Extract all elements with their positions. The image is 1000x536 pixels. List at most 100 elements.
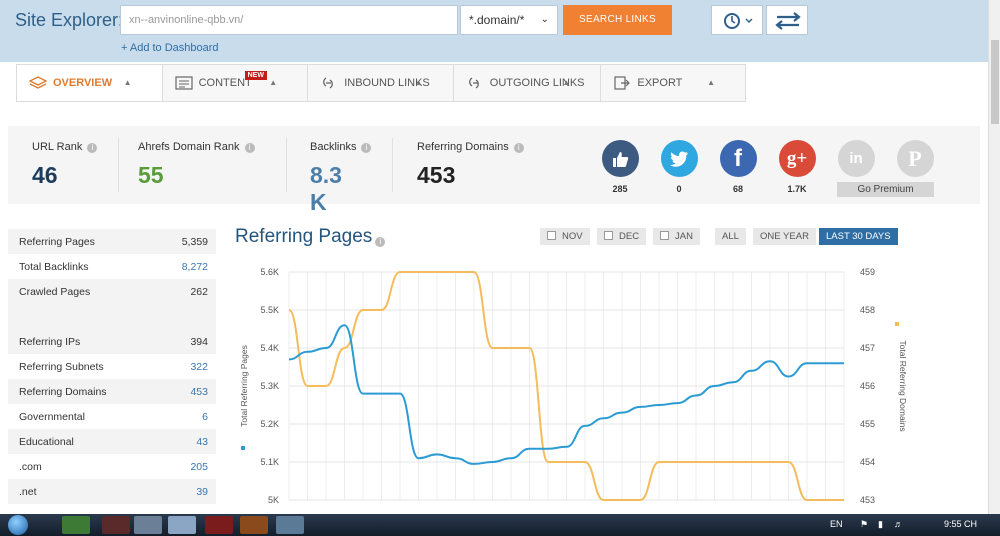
period-label: DEC bbox=[619, 231, 640, 242]
search-links-button[interactable]: SEARCH LINKS bbox=[563, 5, 672, 35]
social-count: 68 bbox=[732, 184, 743, 194]
go-premium-button[interactable]: Go Premium bbox=[837, 182, 934, 197]
metrics-row: Referring Domains 453 bbox=[8, 379, 216, 404]
taskbar-app-icon[interactable] bbox=[102, 516, 130, 534]
metric-value[interactable]: 205 bbox=[190, 461, 208, 473]
clock[interactable]: 9:55 CH bbox=[944, 519, 977, 529]
pinterest-icon: P bbox=[896, 140, 934, 177]
info-icon[interactable]: i bbox=[513, 143, 524, 153]
y-right-axis-title: Total Referring Domains bbox=[898, 340, 908, 431]
add-to-dashboard-link[interactable]: + Add to Dashboard bbox=[121, 42, 219, 54]
tray-network-icon[interactable]: ▮ bbox=[878, 519, 883, 530]
social-count: 1.7K bbox=[787, 184, 807, 194]
period-dec-checkbox[interactable]: DEC bbox=[597, 228, 647, 245]
tab-content[interactable]: CONTENT NEW ▲ bbox=[163, 65, 309, 101]
language-indicator[interactable]: EN bbox=[830, 519, 843, 529]
metric-label: Governmental bbox=[19, 410, 85, 423]
stat-value: 55 bbox=[138, 162, 164, 188]
y-left-tick-label: 5.6K bbox=[260, 267, 279, 277]
metrics-table: Referring Pages 5,359 Total Backlinks 8,272… bbox=[8, 229, 216, 504]
legend-swatch-pages bbox=[241, 446, 245, 450]
caret-up-icon: ▲ bbox=[707, 78, 715, 87]
taskbar-app-icon[interactable] bbox=[276, 516, 304, 534]
divider bbox=[286, 138, 287, 192]
metrics-row: Governmental 6 bbox=[8, 404, 216, 429]
metric-value[interactable]: 39 bbox=[196, 486, 208, 498]
content-icon bbox=[174, 76, 193, 90]
social-count: 285 bbox=[612, 184, 628, 194]
metrics-row: Referring Subnets 322 bbox=[8, 354, 216, 379]
taskbar-firefox-icon[interactable] bbox=[240, 516, 268, 534]
inbound-links-icon bbox=[323, 77, 334, 89]
windows-taskbar: EN ⚑ ▮ ♬ 9:55 CH bbox=[0, 514, 1000, 536]
stat-label: Referring Domains i bbox=[417, 141, 524, 153]
period-all-button[interactable]: ALL bbox=[715, 228, 746, 245]
metric-value[interactable]: 6 bbox=[202, 411, 208, 423]
period-last-30-days-button[interactable]: LAST 30 DAYS bbox=[819, 228, 898, 245]
outgoing-links-icon bbox=[468, 77, 479, 89]
social-facebook-likes[interactable]: 285 bbox=[600, 140, 640, 194]
tray-volume-icon[interactable]: ♬ bbox=[894, 519, 903, 529]
info-icon[interactable]: i bbox=[244, 143, 255, 153]
export-icon bbox=[614, 76, 631, 90]
start-button[interactable] bbox=[8, 515, 28, 535]
mode-select[interactable]: *.domain/* ⌄ bbox=[460, 5, 558, 35]
metric-value[interactable]: 322 bbox=[190, 361, 208, 373]
stat-label: URL Rank i bbox=[32, 141, 98, 153]
y-right-tick-label: 458 bbox=[860, 305, 875, 315]
url-input[interactable]: xn--anvinonline-qbb.vn/ bbox=[120, 5, 458, 35]
metric-value: 262 bbox=[190, 285, 208, 298]
info-icon[interactable]: i bbox=[375, 237, 386, 247]
y-left-tick-label: 5.2K bbox=[260, 419, 279, 429]
social-pinterest[interactable]: P bbox=[895, 140, 935, 177]
period-label: NOV bbox=[562, 231, 583, 242]
metric-label: Referring Subnets bbox=[19, 360, 104, 373]
caret-up-icon: ▲ bbox=[562, 78, 571, 87]
period-one-year-button[interactable]: ONE YEAR bbox=[753, 228, 816, 245]
stat-label: Ahrefs Domain Rank i bbox=[138, 141, 255, 153]
checkbox-icon bbox=[660, 231, 669, 240]
referring-pages-chart: 5K 453 5.1K 454 5.2K 455 5.3K 456 5.4K 457 5.5K 458… bbox=[239, 267, 908, 505]
compare-button[interactable] bbox=[766, 5, 808, 35]
mode-select-value: *.domain/* bbox=[469, 13, 525, 27]
taskbar-app-icon[interactable] bbox=[62, 516, 90, 534]
tray-flag-icon[interactable]: ⚑ bbox=[860, 519, 868, 530]
tab-inbound-links[interactable]: INBOUND LINKS ▲ bbox=[308, 65, 454, 101]
taskbar-chrome-icon[interactable] bbox=[168, 516, 196, 534]
tab-overview[interactable]: OVERVIEW ▲ bbox=[17, 65, 163, 101]
tab-outgoing-links[interactable]: OUTGOING LINKS ▲ bbox=[454, 65, 602, 101]
history-button[interactable] bbox=[711, 5, 763, 35]
metric-value[interactable]: 43 bbox=[196, 436, 208, 448]
swap-arrows-icon bbox=[775, 12, 801, 30]
y-right-tick-label: 455 bbox=[860, 419, 875, 429]
like-icon bbox=[601, 140, 639, 177]
metric-label: .com bbox=[19, 460, 42, 473]
metric-value[interactable]: 8,272 bbox=[182, 261, 208, 273]
taskbar-folder-icon[interactable] bbox=[134, 516, 162, 534]
checkbox-icon bbox=[604, 231, 613, 240]
page-scrollbar[interactable] bbox=[988, 0, 1000, 514]
social-twitter[interactable]: 0 bbox=[659, 140, 699, 194]
y-right-tick-label: 456 bbox=[860, 381, 875, 391]
y-right-tick-label: 459 bbox=[860, 267, 875, 277]
divider bbox=[392, 138, 393, 192]
period-nov-checkbox[interactable]: NOV bbox=[540, 228, 590, 245]
tab-export[interactable]: EXPORT ▲ bbox=[601, 65, 745, 101]
info-icon[interactable]: i bbox=[361, 143, 372, 153]
social-facebook[interactable]: f 68 bbox=[718, 140, 758, 194]
period-label: JAN bbox=[675, 231, 693, 242]
social-google-plus[interactable]: g+ 1.7K bbox=[777, 140, 817, 194]
stat-label-text: URL Rank bbox=[32, 141, 83, 153]
y-left-tick-label: 5.3K bbox=[260, 381, 279, 391]
stat-label: Backlinks i bbox=[310, 141, 372, 153]
taskbar-opera-icon[interactable] bbox=[205, 516, 233, 534]
period-jan-checkbox[interactable]: JAN bbox=[653, 228, 700, 245]
info-icon[interactable]: i bbox=[87, 143, 98, 153]
social-linkedin[interactable]: in bbox=[836, 140, 876, 177]
y-left-tick-label: 5.5K bbox=[260, 305, 279, 315]
metric-value: 394 bbox=[190, 335, 208, 348]
metrics-row: .net 39 bbox=[8, 479, 216, 504]
scrollbar-thumb[interactable] bbox=[991, 40, 999, 124]
metric-value[interactable]: 453 bbox=[190, 386, 208, 398]
metrics-row: Educational 43 bbox=[8, 429, 216, 454]
